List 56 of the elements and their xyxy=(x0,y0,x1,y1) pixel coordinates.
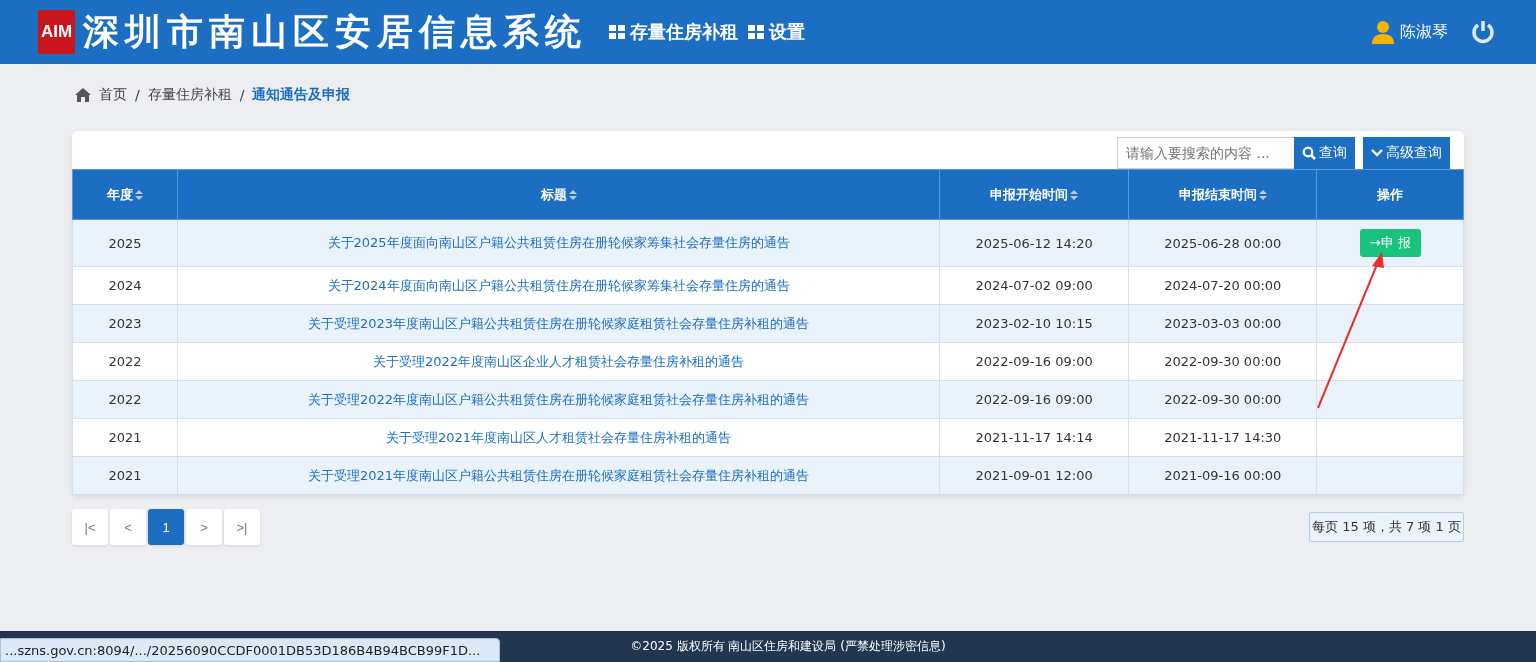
table-cell: 2022 xyxy=(72,342,178,381)
table-cell: 2024 xyxy=(72,266,178,305)
breadcrumb-separator: / xyxy=(239,87,245,103)
copyright-text: ©2025 版权所有 南山区住房和建设局 (严禁处理涉密信息) xyxy=(630,638,946,655)
table-cell: 2021-11-17 14:14 xyxy=(939,418,1129,457)
page-button[interactable]: >| xyxy=(224,509,260,545)
table-cell: 2023 xyxy=(72,304,178,343)
page-button[interactable]: < xyxy=(110,509,146,545)
search-icon xyxy=(1302,146,1316,160)
page-summary: 每页 15 项，共 7 项 1 页 xyxy=(1309,512,1464,542)
user-icon xyxy=(1372,20,1394,44)
chevron-down-icon xyxy=(1371,148,1383,158)
table-cell: 2022-09-30 00:00 xyxy=(1128,342,1317,381)
table-cell: 2025-06-12 14:20 xyxy=(939,219,1129,267)
table-cell: 2024-07-20 00:00 xyxy=(1128,266,1317,305)
status-url: ...szns.gov.cn:8094/.../20256090CCDF0001DB53D186B4B94BCB99F1D... xyxy=(0,638,500,662)
breadcrumb-separator: / xyxy=(135,87,140,103)
grid-icon xyxy=(748,24,765,40)
page-button[interactable]: 1 xyxy=(148,509,184,545)
home-icon xyxy=(75,88,91,102)
table-cell: 2024-07-02 09:00 xyxy=(939,266,1129,305)
breadcrumb-link[interactable]: 存量住房补租 xyxy=(147,86,232,104)
table-cell: 2022-09-30 00:00 xyxy=(1128,380,1317,419)
page-button[interactable]: |< xyxy=(72,509,108,545)
table-cell: 2021 xyxy=(72,418,178,457)
nav-link[interactable]: 设置 xyxy=(769,20,806,44)
table-cell: 2021-09-01 12:00 xyxy=(939,456,1129,495)
table-cell: 2023-02-10 10:15 xyxy=(939,304,1129,343)
breadcrumb-link[interactable]: 首页 xyxy=(99,86,127,104)
table-cell: 2021-11-17 14:30 xyxy=(1128,418,1317,457)
table-cell: 2025-06-28 00:00 xyxy=(1128,219,1317,267)
user-name[interactable]: 陈淑琴 xyxy=(1400,21,1448,43)
table-cell: 2025 xyxy=(72,219,178,267)
table-cell: 2021-09-16 00:00 xyxy=(1128,456,1317,495)
search-button[interactable]: 查询 xyxy=(1294,137,1355,169)
logo: AIM xyxy=(38,10,76,54)
notice-link[interactable]: 关于2025年度面向南山区户籍公共租赁住房在册轮候家筹集社会存量住房的通告 xyxy=(327,235,790,250)
search-field[interactable]: 请输入要搜索的内容 ... xyxy=(1117,137,1294,169)
grid-icon xyxy=(609,24,626,40)
table-cell: 2021 xyxy=(72,456,178,495)
column-header: 操作 xyxy=(1316,169,1464,220)
table-cell: 2023-03-03 00:00 xyxy=(1128,304,1317,343)
column-header[interactable]: 申报开始时间 xyxy=(939,169,1129,220)
page-button[interactable]: > xyxy=(186,509,222,545)
nav-link[interactable]: 存量住房补租 xyxy=(630,20,739,44)
advanced-search-button[interactable]: 高级查询 xyxy=(1363,137,1450,169)
column-header[interactable]: 标题 xyxy=(177,169,940,220)
column-header[interactable]: 申报结束时间 xyxy=(1128,169,1317,220)
column-header[interactable]: 年度 xyxy=(72,169,178,220)
table-cell: 2022-09-16 09:00 xyxy=(939,342,1129,381)
power-icon[interactable] xyxy=(1470,19,1496,45)
table-cell: 2022 xyxy=(72,380,178,419)
notice-link[interactable]: 关于受理2021年度南山区人才租赁社会存量住房补租的通告 xyxy=(386,429,732,445)
breadcrumb-link[interactable]: 通知通告及申报 xyxy=(252,86,351,104)
system-title: 深圳市南山区安居信息系统 xyxy=(83,9,588,54)
table-cell: 2022-09-16 09:00 xyxy=(939,380,1129,419)
